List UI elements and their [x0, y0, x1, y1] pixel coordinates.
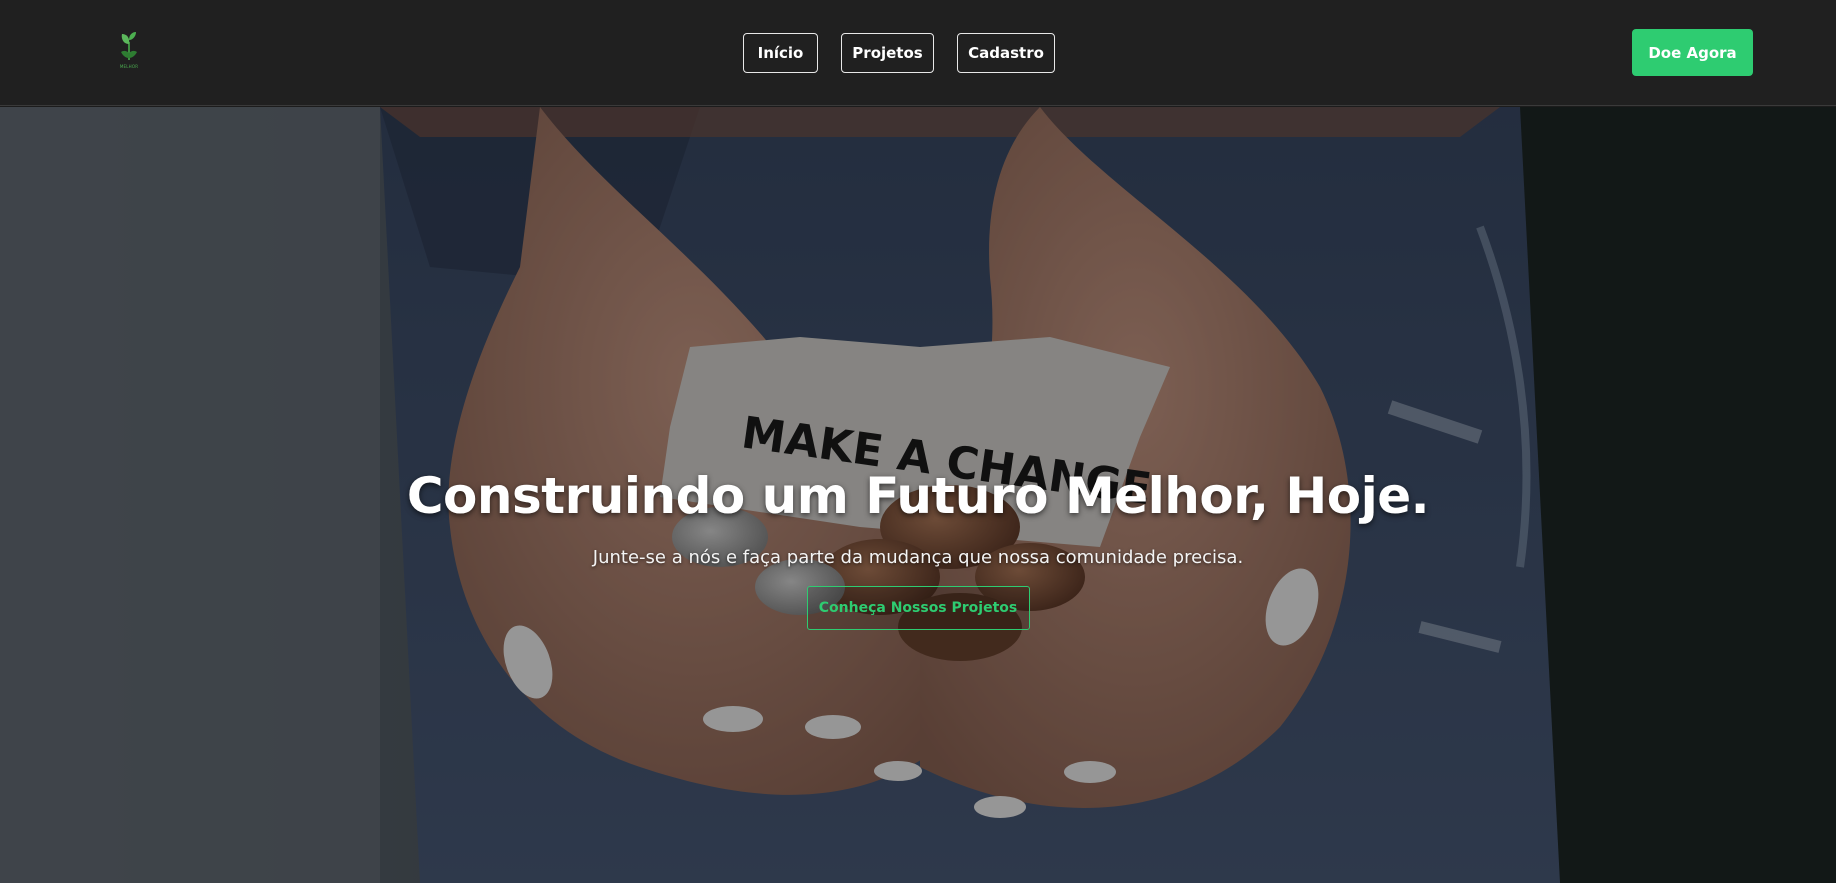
logo-text: MELHOR [119, 64, 139, 69]
nav-inicio-button[interactable]: Início [743, 33, 818, 73]
sprout-hand-icon [121, 32, 137, 60]
nav-cadastro-button[interactable]: Cadastro [957, 33, 1055, 73]
donate-now-button[interactable]: Doe Agora [1632, 29, 1753, 76]
site-header: MELHOR Início Projetos Cadastro Doe Agor… [0, 0, 1836, 106]
site-logo[interactable]: MELHOR [114, 30, 144, 74]
main-nav: Início Projetos Cadastro [743, 33, 1055, 73]
hero-subtitle: Junte-se a nós e faça parte da mudança q… [592, 547, 1244, 568]
nav-projetos-button[interactable]: Projetos [841, 33, 934, 73]
hero-title: Construindo um Futuro Melhor, Hoje. [406, 467, 1430, 525]
hero-section: MAKE A CHANGE Construindo um Futuro Melh… [0, 107, 1836, 883]
hero-content: Construindo um Futuro Melhor, Hoje. Junt… [0, 467, 1836, 630]
view-projects-button[interactable]: Conheça Nossos Projetos [806, 586, 1030, 630]
